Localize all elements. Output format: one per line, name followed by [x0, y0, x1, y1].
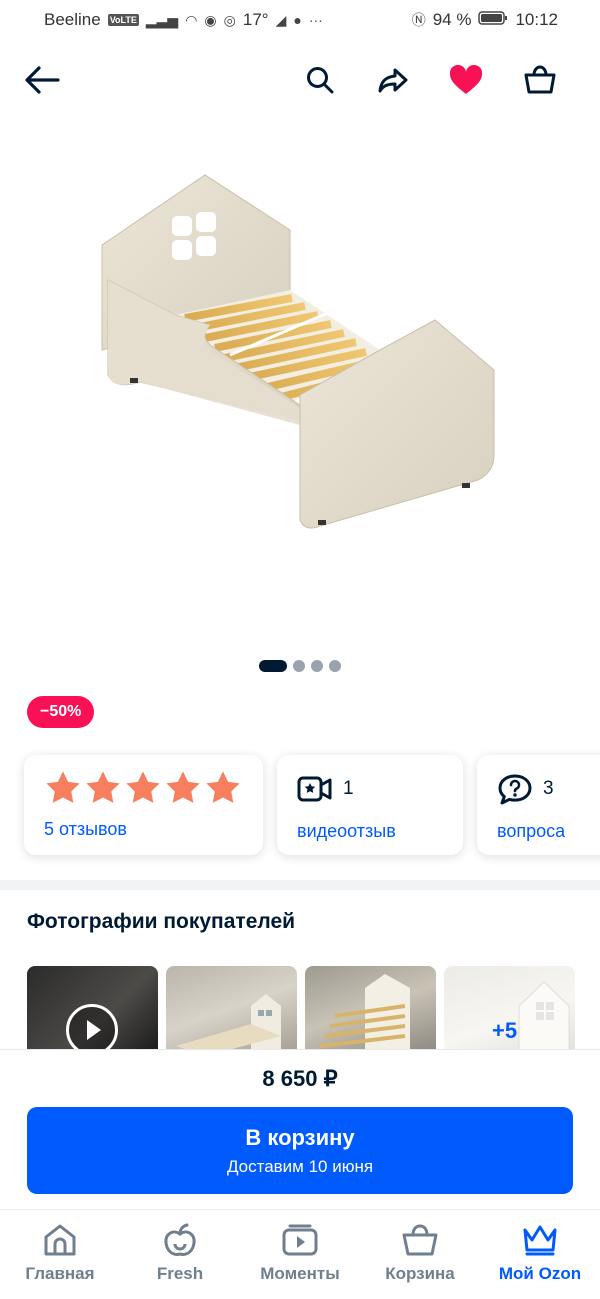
- cart-button[interactable]: [520, 60, 560, 100]
- clock: 10:12: [515, 10, 558, 29]
- buy-panel: 8 650 ₽ В корзину Доставим 10 июня: [0, 1049, 600, 1209]
- customer-photo-more[interactable]: +5: [444, 966, 575, 1050]
- more-icon: ···: [308, 12, 323, 28]
- top-bar: [0, 50, 600, 110]
- gallery-pagination: [0, 660, 600, 672]
- play-icon: [66, 1004, 118, 1050]
- star-icon: [166, 771, 200, 803]
- video-review-icon: [297, 776, 332, 802]
- basket-icon: [524, 65, 556, 94]
- gallery-dot[interactable]: [259, 660, 287, 672]
- customer-photo-thumbnail[interactable]: [166, 966, 297, 1050]
- gallery-dot[interactable]: [329, 660, 341, 672]
- nav-moments-label: Моменты: [260, 1264, 340, 1283]
- customer-photos-title: Фотографии покупателей: [27, 910, 296, 933]
- gallery-dot[interactable]: [293, 660, 305, 672]
- questions-link[interactable]: вопроса: [497, 821, 597, 842]
- volte-badge: VoLTE: [107, 14, 139, 26]
- search-button[interactable]: [300, 60, 340, 100]
- battery-icon: [478, 10, 508, 31]
- questions-card[interactable]: 3 вопроса: [477, 755, 600, 855]
- back-button[interactable]: [22, 60, 62, 100]
- search-icon: [307, 67, 334, 94]
- nfc-icon: Ⓝ: [411, 12, 426, 28]
- questions-count: 3: [543, 778, 554, 799]
- cart-icon: [402, 1224, 438, 1256]
- nav-cart-label: Корзина: [385, 1264, 455, 1283]
- star-icon: [206, 771, 240, 803]
- add-to-cart-button[interactable]: В корзину Доставим 10 июня: [27, 1107, 573, 1194]
- star-icon: [86, 771, 120, 803]
- discount-badge: −50%: [27, 696, 95, 728]
- bed-illustration: [101, 174, 495, 529]
- rating-stars: [44, 769, 243, 807]
- customer-video-thumbnail[interactable]: [27, 966, 158, 1050]
- nav-fresh-label: Fresh: [156, 1264, 204, 1283]
- heart-icon: [449, 65, 483, 94]
- add-to-cart-label: В корзину: [245, 1125, 355, 1150]
- signal-icon: ▂▃▅: [145, 11, 179, 28]
- delivery-date-label: Доставим 10 июня: [226, 1157, 374, 1176]
- more-photos-count: +5: [492, 1018, 518, 1043]
- video-review-card[interactable]: 1 видеоотзыв: [277, 755, 463, 855]
- gallery-dot[interactable]: [311, 660, 323, 672]
- star-icon: [126, 771, 160, 803]
- crown-icon: [523, 1225, 557, 1256]
- nav-my-ozon-label: Мой Ozon: [498, 1264, 582, 1283]
- chat-icon: ●: [293, 12, 302, 28]
- nav-home-label: Главная: [25, 1264, 95, 1283]
- section-divider: [0, 880, 600, 890]
- arrow-left-icon: [25, 66, 60, 94]
- fresh-apple-icon: [164, 1223, 196, 1256]
- bottom-nav: Главная Fresh Моменты Корзина Мой Ozon: [0, 1209, 600, 1299]
- share-icon: [378, 68, 408, 93]
- favorite-button[interactable]: [446, 60, 486, 100]
- product-image[interactable]: [0, 140, 600, 640]
- reviews-link[interactable]: 5 отзывов: [44, 819, 243, 840]
- carrier-name: Beeline: [44, 10, 101, 29]
- status-bar: Beeline VoLTE ▂▃▅ ◠ ◉ ◎ 17° ◢ ● ··· Ⓝ 94…: [0, 0, 600, 40]
- video-review-link[interactable]: видеоотзыв: [297, 821, 443, 842]
- star-icon: [46, 771, 80, 803]
- customer-photos-strip: +5: [27, 966, 575, 1050]
- share-button[interactable]: [373, 60, 413, 100]
- bed-photo-image: [176, 994, 281, 1050]
- info-cards: 5 отзывов 1 видеоотзыв 3 вопроса: [24, 755, 600, 855]
- temperature: 17°: [242, 10, 269, 29]
- wifi-icon: ◠: [185, 11, 198, 28]
- nav-my-ozon[interactable]: Мой Ozon: [485, 1222, 595, 1299]
- cast-icon: ◢: [275, 11, 287, 28]
- home-icon: [44, 1224, 76, 1256]
- nav-cart[interactable]: Корзина: [365, 1222, 475, 1299]
- product-price: 8 650 ₽: [262, 1066, 338, 1091]
- moments-icon: [282, 1224, 318, 1256]
- bed-photo-image: [319, 974, 410, 1050]
- battery-percent: 94 %: [432, 10, 472, 29]
- nav-home[interactable]: Главная: [5, 1222, 115, 1299]
- eye-icon: ◉: [204, 11, 217, 28]
- nav-moments[interactable]: Моменты: [245, 1222, 355, 1299]
- app-icon: ◎: [223, 11, 236, 28]
- video-review-count: 1: [343, 778, 354, 799]
- nav-fresh[interactable]: Fresh: [125, 1222, 235, 1299]
- customer-photo-thumbnail[interactable]: [305, 966, 436, 1050]
- question-icon: [498, 774, 532, 805]
- rating-card[interactable]: 5 отзывов: [24, 755, 263, 855]
